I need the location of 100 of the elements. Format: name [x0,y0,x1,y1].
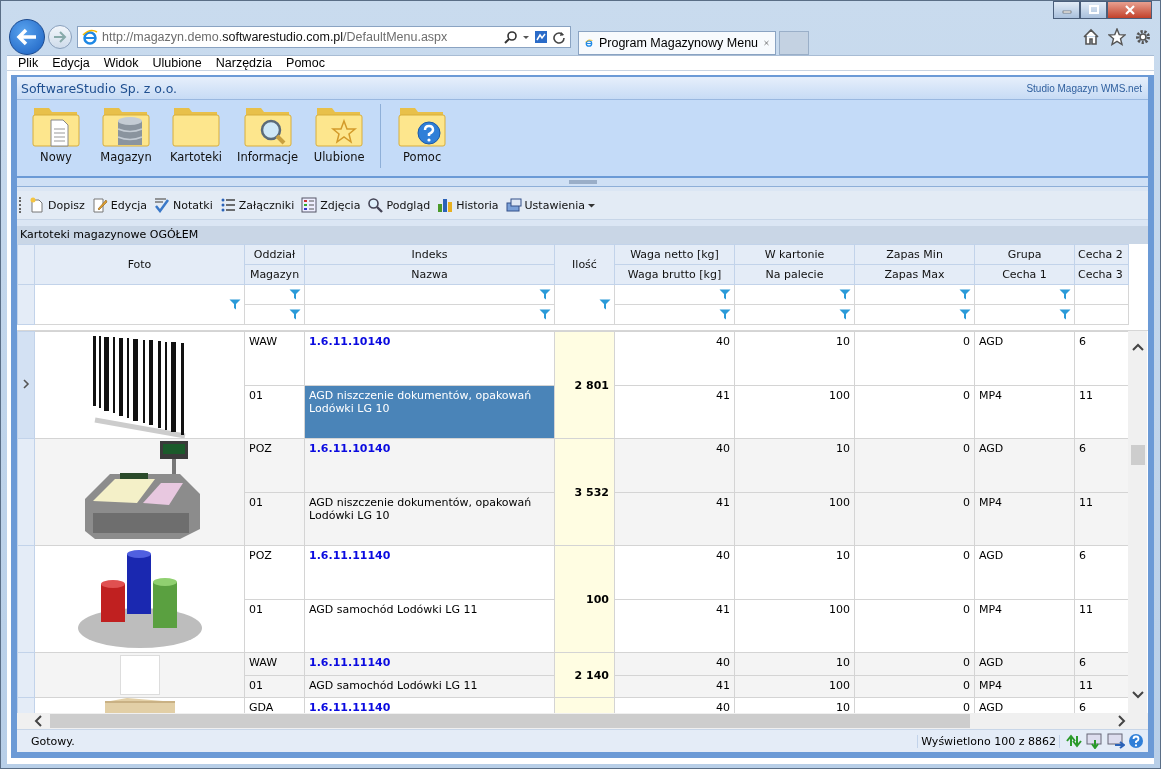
scroll-left-icon[interactable] [34,715,42,727]
vertical-scrollbar[interactable] [1128,331,1147,713]
filter-icon[interactable] [719,289,731,300]
table-cell: AGD [974,652,1075,675]
table-cell: AGD [974,438,1075,492]
toolbar-button[interactable]: Podgląd [365,197,433,213]
company-name: SoftwareStudio Sp. z o.o. [21,80,178,96]
close-icon[interactable] [764,38,769,48]
back-button[interactable] [9,19,45,55]
menu-item[interactable]: Plik [18,56,39,70]
table-cell: MP4 [974,492,1075,546]
filter-icon[interactable] [1059,289,1071,300]
menu-item[interactable]: Narzędzia [215,56,273,70]
list-icon [219,197,236,213]
star-icon[interactable] [1108,28,1126,46]
filter-icon[interactable] [839,309,851,320]
home-icon[interactable] [1082,28,1100,46]
table-cell: AGD [974,545,1075,599]
item-code-link[interactable]: 1.6.11.11140 [309,656,391,669]
toolbar-button[interactable]: Notatki [152,197,215,213]
column-header[interactable]: W kartonie [734,244,855,265]
item-code-link[interactable]: 1.6.11.11140 [309,549,391,562]
menu-item[interactable]: Widok [103,56,139,70]
forward-button[interactable] [48,25,72,49]
table-cell: MP4 [974,385,1075,439]
ribbon-button[interactable]: Magazyn [93,104,159,164]
settings-icon[interactable] [1134,28,1152,46]
image-list-icon [301,197,318,213]
filter-icon[interactable] [289,309,301,320]
ribbon-button[interactable]: Pomoc [389,104,456,164]
search-icon[interactable] [504,30,518,44]
toolbar-button[interactable]: Załączniki [217,197,297,213]
table-cell[interactable]: AGD niszczenie dokumentów, opakowań Lodówki LG 10 [304,385,555,439]
help-icon[interactable] [1128,733,1144,749]
ribbon-button[interactable]: Nowy [23,104,89,164]
product-name: Studio Magazyn WMS.net [1026,82,1142,94]
filter-icon[interactable] [539,289,551,300]
browser-tab[interactable]: Program Magazynowy Menu [578,31,776,55]
table-cell: 0 [854,438,975,492]
compatibility-icon[interactable] [534,30,548,44]
column-header[interactable]: Cecha 2 [1074,244,1129,265]
ribbon-button[interactable]: Kartoteki [163,104,229,164]
filter-icon[interactable] [539,309,551,320]
scroll-right-icon[interactable] [1118,715,1126,727]
record-count: Wyświetlono 100 z 8862 [917,734,1060,748]
table-cell: 0 [854,652,975,675]
table-cell: 41 [614,385,735,439]
item-code-link[interactable]: 1.6.11.10140 [309,335,391,348]
spellcheck-icon [154,197,171,213]
menu-item[interactable]: Ulubione [152,56,202,70]
filter-icon[interactable] [1059,309,1071,320]
scroll-down-icon[interactable] [1131,691,1144,699]
table-cell: 100 [734,675,855,698]
column-header[interactable]: Waga netto [kg] [614,244,735,265]
column-header[interactable]: Oddział [244,244,305,265]
table-cell: 0 [854,385,975,439]
send-icon[interactable] [1107,733,1125,749]
table-cell: 100 [734,492,855,546]
table-cell: 01 [244,599,305,653]
filter-icon[interactable] [959,289,971,300]
table-cell: MP4 [974,675,1075,698]
quantity-cell: 2 140 [554,652,615,698]
filter-icon[interactable] [229,299,241,310]
ribbon-button[interactable]: Ulubione [306,104,373,164]
menu-item[interactable]: Edycja [52,56,90,70]
ribbon-button[interactable]: Informacje [233,104,303,164]
maximize-button[interactable] [1080,1,1107,19]
item-code-link[interactable]: 1.6.11.10140 [309,442,391,455]
table-cell: 41 [614,599,735,653]
table-cell: 40 [614,652,735,675]
minimize-button[interactable] [1053,1,1080,19]
menu-item[interactable]: Pomoc [286,56,325,70]
column-header[interactable]: Grupa [974,244,1075,265]
column-header[interactable]: Ilość [554,244,615,285]
dropdown-button[interactable]: Ustawienia [503,197,597,213]
scroll-thumb[interactable] [1130,445,1145,465]
horizontal-scrollbar[interactable] [17,713,1148,729]
table-cell: 41 [614,675,735,698]
filter-icon[interactable] [289,289,301,300]
filter-icon[interactable] [719,309,731,320]
filter-icon[interactable] [839,289,851,300]
table-cell: AGD [974,331,1075,385]
refresh-icon[interactable] [552,30,566,44]
close-button[interactable] [1107,1,1152,19]
toolbar-button[interactable]: Historia [435,197,501,213]
toolbar-button[interactable]: Edycja [89,197,150,213]
filter-icon[interactable] [959,309,971,320]
scroll-up-icon[interactable] [1131,343,1144,351]
column-header[interactable]: Zapas Min [854,244,975,265]
quantity-cell: 2 801 [554,331,615,439]
address-field[interactable]: http://magazyn.demo.softwarestudio.com.pl/DefaultMenu.aspx [77,26,571,48]
table-cell: 40 [614,331,735,385]
scroll-thumb[interactable] [50,714,970,728]
filter-icon[interactable] [599,299,611,310]
column-header[interactable]: Indeks [304,244,555,265]
toolbar-button[interactable]: Zdjęcia [299,197,363,213]
table-cell: MP4 [974,599,1075,653]
column-header[interactable]: Foto [34,244,245,285]
toolbar-button[interactable]: Dopisz [27,197,87,213]
export-icon[interactable] [1086,733,1104,749]
